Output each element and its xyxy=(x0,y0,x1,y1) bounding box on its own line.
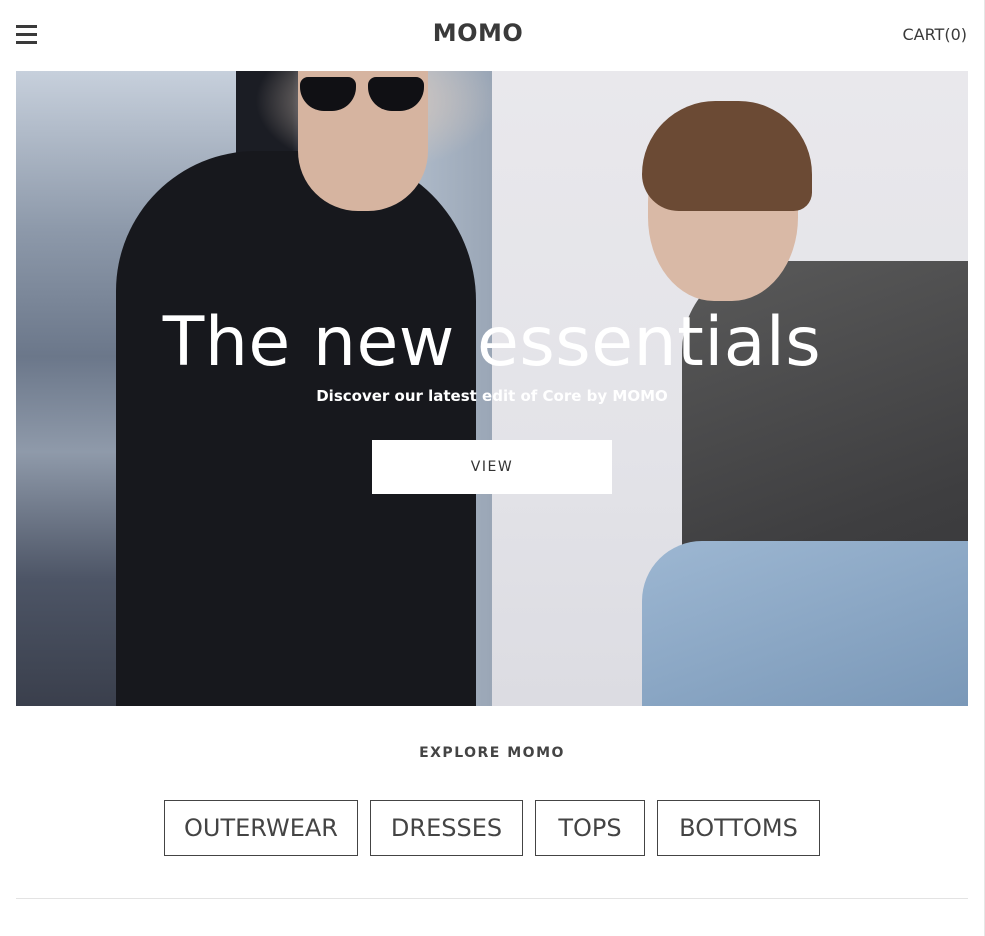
explore-heading: EXPLORE MOMO xyxy=(419,745,565,761)
category-bottoms-button[interactable]: BOTTOMS xyxy=(657,800,820,856)
category-tops-button[interactable]: TOPS xyxy=(535,800,645,856)
hero-subtitle: Discover our latest edit of Core by MOMO xyxy=(316,387,668,405)
category-outerwear-button[interactable]: OUTERWEAR xyxy=(164,800,358,856)
section-divider xyxy=(16,898,968,899)
cart-link[interactable]: CART(0) xyxy=(902,25,967,44)
hero-text-overlay: The new essentials Discover our latest e… xyxy=(16,71,968,706)
site-header: MOMO CART(0) xyxy=(0,0,984,71)
page: MOMO CART(0) The new essentials Discover… xyxy=(0,0,985,936)
view-button[interactable]: VIEW xyxy=(372,440,612,494)
category-dresses-button[interactable]: DRESSES xyxy=(370,800,523,856)
site-logo[interactable]: MOMO xyxy=(0,19,956,47)
hero-banner: The new essentials Discover our latest e… xyxy=(16,71,968,706)
hero-title: The new essentials xyxy=(162,303,822,382)
